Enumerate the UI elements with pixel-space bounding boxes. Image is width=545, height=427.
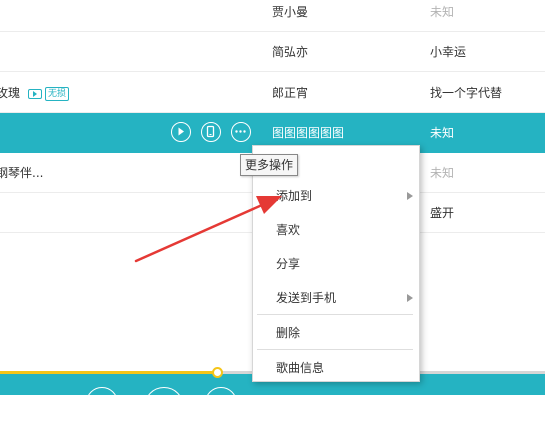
menu-item-song-info[interactable]: 歌曲信息 — [253, 351, 419, 385]
menu-item-label: 分享 — [276, 257, 301, 271]
menu-item-label: 添加到 — [276, 189, 313, 203]
song-cell[interactable]: 玫瑰 无损 — [0, 73, 70, 113]
album-cell[interactable]: 小幸运 — [430, 32, 466, 72]
song-title: 玫瑰 — [0, 86, 21, 100]
menu-item-label: 发送到手机 — [276, 291, 337, 305]
album-cell[interactable]: 盛开 — [430, 193, 454, 233]
play-button[interactable] — [144, 387, 184, 427]
menu-item-label: 删除 — [276, 326, 301, 340]
artist-cell[interactable]: 简弘亦 — [272, 32, 308, 72]
menu-item-send-to-phone[interactable]: 发送到手机 — [253, 281, 419, 315]
tooltip: 更多操作 — [240, 154, 299, 176]
table-row[interactable]: 玫瑰 无损 郎正宵 找一个字代替 — [0, 73, 545, 113]
menu-item-add-to[interactable]: 添加到 — [253, 179, 419, 213]
previous-button[interactable] — [86, 387, 118, 419]
menu-item-share[interactable]: 分享 — [253, 247, 419, 281]
artist-cell[interactable]: 郎正宵 — [272, 73, 308, 113]
menu-divider — [257, 349, 413, 350]
album-cell[interactable]: 未知 — [430, 153, 454, 193]
context-menu: 添加到 喜欢 分享 发送到手机 删除 歌曲信息 — [252, 145, 420, 382]
more-circle-icon[interactable] — [231, 122, 251, 142]
lossless-badge: 无损 — [45, 86, 70, 101]
play-circle-icon[interactable] — [171, 122, 191, 142]
submenu-arrow-icon — [407, 192, 413, 200]
menu-divider — [257, 314, 413, 315]
artist-cell[interactable]: 贾小曼 — [272, 0, 308, 32]
song-cell[interactable]: 钢琴伴... — [0, 153, 43, 193]
menu-item-label: 喜欢 — [276, 223, 301, 237]
tv-play-icon[interactable] — [28, 88, 43, 99]
menu-item-label: 歌曲信息 — [276, 361, 325, 375]
album-cell[interactable]: 未知 — [430, 113, 454, 153]
table-row[interactable]: 贾小曼 未知 — [0, 0, 545, 32]
menu-item-delete[interactable]: 删除 — [253, 316, 419, 350]
album-cell[interactable]: 未知 — [430, 0, 454, 32]
progress-knob[interactable] — [212, 367, 223, 378]
next-button[interactable] — [205, 387, 237, 419]
table-row[interactable]: 简弘亦 小幸运 — [0, 32, 545, 72]
progress-fill — [0, 371, 218, 374]
menu-item-like[interactable]: 喜欢 — [253, 213, 419, 247]
phone-icon[interactable] — [201, 122, 221, 142]
submenu-arrow-icon — [407, 294, 413, 302]
album-cell[interactable]: 找一个字代替 — [430, 73, 502, 113]
